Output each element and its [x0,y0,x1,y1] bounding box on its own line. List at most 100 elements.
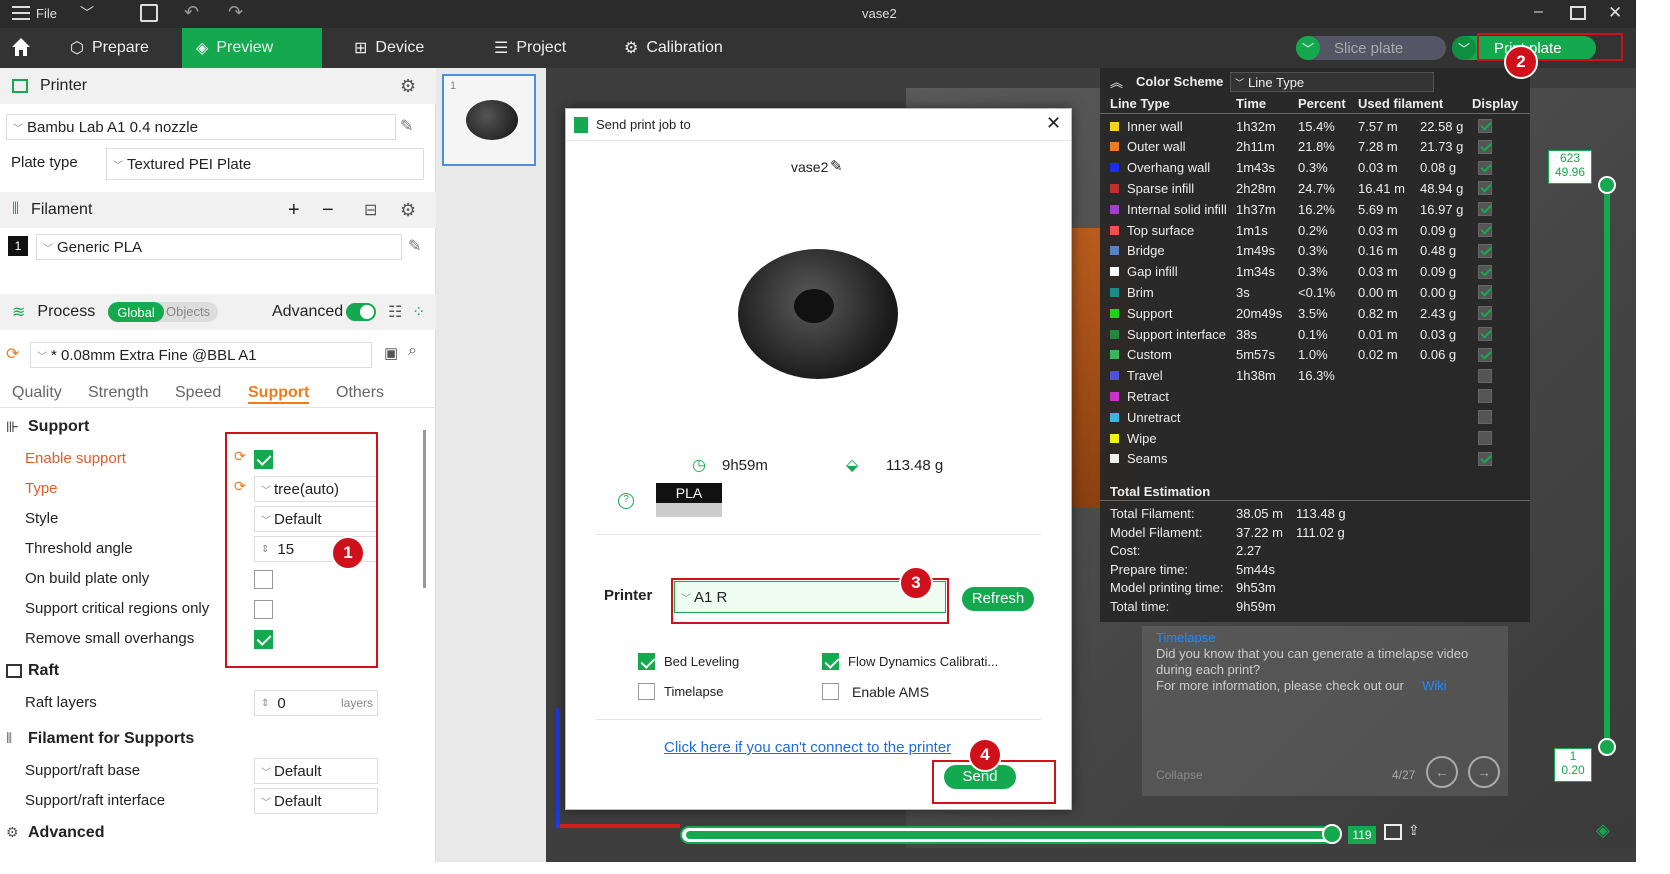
legend-time: 20m49s [1236,305,1283,321]
edit-icon[interactable]: ✎ [400,116,413,136]
legend-pct: 21.8% [1298,139,1335,155]
move-slider-handle[interactable] [1322,824,1342,844]
redo-icon[interactable]: ↷ [228,2,243,23]
edit-icon[interactable]: ✎ [408,236,421,256]
display-checkbox[interactable] [1478,410,1492,425]
filament-chip[interactable]: PLA [656,483,722,517]
display-checkbox[interactable] [1478,327,1492,341]
timelapse-checkbox[interactable] [638,683,655,700]
flow-calibration-checkbox[interactable] [822,653,839,670]
display-checkbox[interactable] [1478,347,1492,362]
tab-strength[interactable]: Strength [88,384,148,402]
gear-icon[interactable]: ⚙ [400,76,416,97]
global-toggle[interactable]: Global [108,302,164,322]
edit-icon[interactable]: ✎ [830,157,843,175]
tab-project[interactable]: ☰ Project [480,28,580,68]
close-icon[interactable]: ✕ [1608,3,1622,23]
file-menu[interactable]: File [36,6,57,21]
collapse-link[interactable]: Collapse [1156,768,1203,782]
minimize-icon[interactable]: – [1534,3,1543,21]
filament-slot[interactable]: 1 [8,236,28,256]
filament-select[interactable]: ﹀ Generic PLA [36,234,402,260]
home-icon[interactable] [10,36,32,61]
tab-others[interactable]: Others [336,384,384,402]
display-checkbox[interactable] [1478,139,1492,154]
plate-type-select[interactable]: ﹀ Textured PEI Plate [106,148,424,180]
process-preset-select[interactable]: ﹀ * 0.08mm Extra Fine @BBL A1 [30,342,372,368]
search-icon[interactable]: ⌕ [408,342,417,360]
layer-slider-top-handle[interactable] [1598,176,1616,194]
advanced-switch[interactable] [346,303,376,321]
display-checkbox[interactable] [1478,451,1492,466]
tab-preview[interactable]: ◈ Preview [182,28,322,68]
tab-support[interactable]: Support [248,384,310,404]
printer-select[interactable]: ﹀ Bambu Lab A1 0.4 nozzle [6,114,396,140]
undo-icon[interactable]: ↶ [184,2,199,23]
display-checkbox[interactable] [1478,119,1492,133]
layers-icon[interactable]: ◈ [1596,820,1610,841]
display-checkbox[interactable] [1478,389,1492,404]
upload-icon[interactable]: ⇪ [1408,822,1420,839]
swatch-icon [1110,142,1119,152]
refresh-button[interactable]: Refresh [962,587,1034,611]
support-base-select[interactable]: ﹀ Default [254,758,378,784]
scrollbar[interactable] [423,430,426,588]
support-interface-select[interactable]: ﹀ Default [254,788,378,814]
help-icon[interactable]: ? [618,493,634,509]
collapse-icon[interactable]: ︽ [1110,72,1123,91]
display-checkbox[interactable] [1478,264,1492,279]
legend-row: Internal solid infill 1h37m 16.2% 5.69 m 16.… [1110,199,1520,219]
compare-icon[interactable]: ⁘ [412,302,425,322]
wiki-link[interactable]: Wiki [1422,678,1447,693]
display-checkbox[interactable] [1478,285,1492,300]
tab-speed[interactable]: Speed [175,384,221,402]
raft-layers-stepper[interactable]: ⇕ 0 layers [254,690,378,716]
display-checkbox[interactable] [1478,181,1492,196]
save-icon[interactable]: ▣ [384,344,398,362]
gear-icon[interactable]: ⚙ [400,200,416,221]
tab-calibration[interactable]: ⚙ Calibration [610,28,737,68]
list-view-icon[interactable]: ☷ [388,302,402,322]
chevron-down-icon[interactable]: ﹀ [1296,36,1320,60]
add-icon[interactable]: + [288,199,300,222]
display-checkbox[interactable] [1478,368,1492,383]
next-tip-icon[interactable]: → [1468,756,1500,788]
process-icon: ≋ [12,304,26,321]
tab-prepare[interactable]: ⬡ Prepare [56,28,163,68]
legend-m: 16.41 m [1358,180,1405,196]
screen-icon[interactable] [1384,824,1402,840]
display-checkbox[interactable] [1478,431,1492,445]
legend-row: Brim 3s <0.1% 0.00 m 0.00 g [1110,282,1520,302]
tab-quality[interactable]: Quality [12,384,62,402]
display-checkbox[interactable] [1478,243,1492,258]
prev-tip-icon[interactable]: ← [1426,756,1458,788]
scheme-select[interactable]: ﹀ Line Type [1230,72,1434,92]
display-checkbox[interactable] [1478,306,1492,321]
connect-help-link[interactable]: Click here if you can't connect to the p… [664,739,951,756]
dialog-header: Send print job to ✕ [566,109,1071,141]
display-checkbox[interactable] [1478,160,1492,175]
reset-icon[interactable]: ⟳ [6,344,19,364]
close-icon[interactable]: ✕ [1046,113,1061,134]
enable-ams-checkbox[interactable] [822,683,839,700]
enable-ams-label: Enable AMS [852,684,930,700]
menu-icon[interactable] [12,6,30,20]
bed-leveling-checkbox[interactable] [638,653,655,670]
remove-icon[interactable]: − [322,199,334,222]
save-icon[interactable] [140,4,158,22]
layer-slider-bottom-handle[interactable] [1598,738,1616,756]
objects-toggle[interactable]: Objects [166,304,210,319]
plate-thumbnail[interactable]: 1 [442,74,536,166]
move-slider[interactable] [680,826,1336,844]
display-checkbox[interactable] [1478,202,1492,217]
tab-device[interactable]: ⊞ Device [340,28,438,68]
maximize-icon[interactable] [1570,6,1586,20]
slice-plate-button[interactable]: ﹀ Slice plate [1296,36,1446,60]
legend-name: Seams [1127,451,1168,467]
filament-sync-icon[interactable]: ⊟ [364,200,377,220]
chevron-down-icon[interactable]: ﹀ [1452,36,1476,60]
display-checkbox[interactable] [1478,223,1492,237]
chevron-down-icon[interactable]: ﹀ [80,3,94,23]
layer-slider-track[interactable] [1604,182,1610,748]
stepper-icon[interactable]: ⇕ [261,698,269,709]
